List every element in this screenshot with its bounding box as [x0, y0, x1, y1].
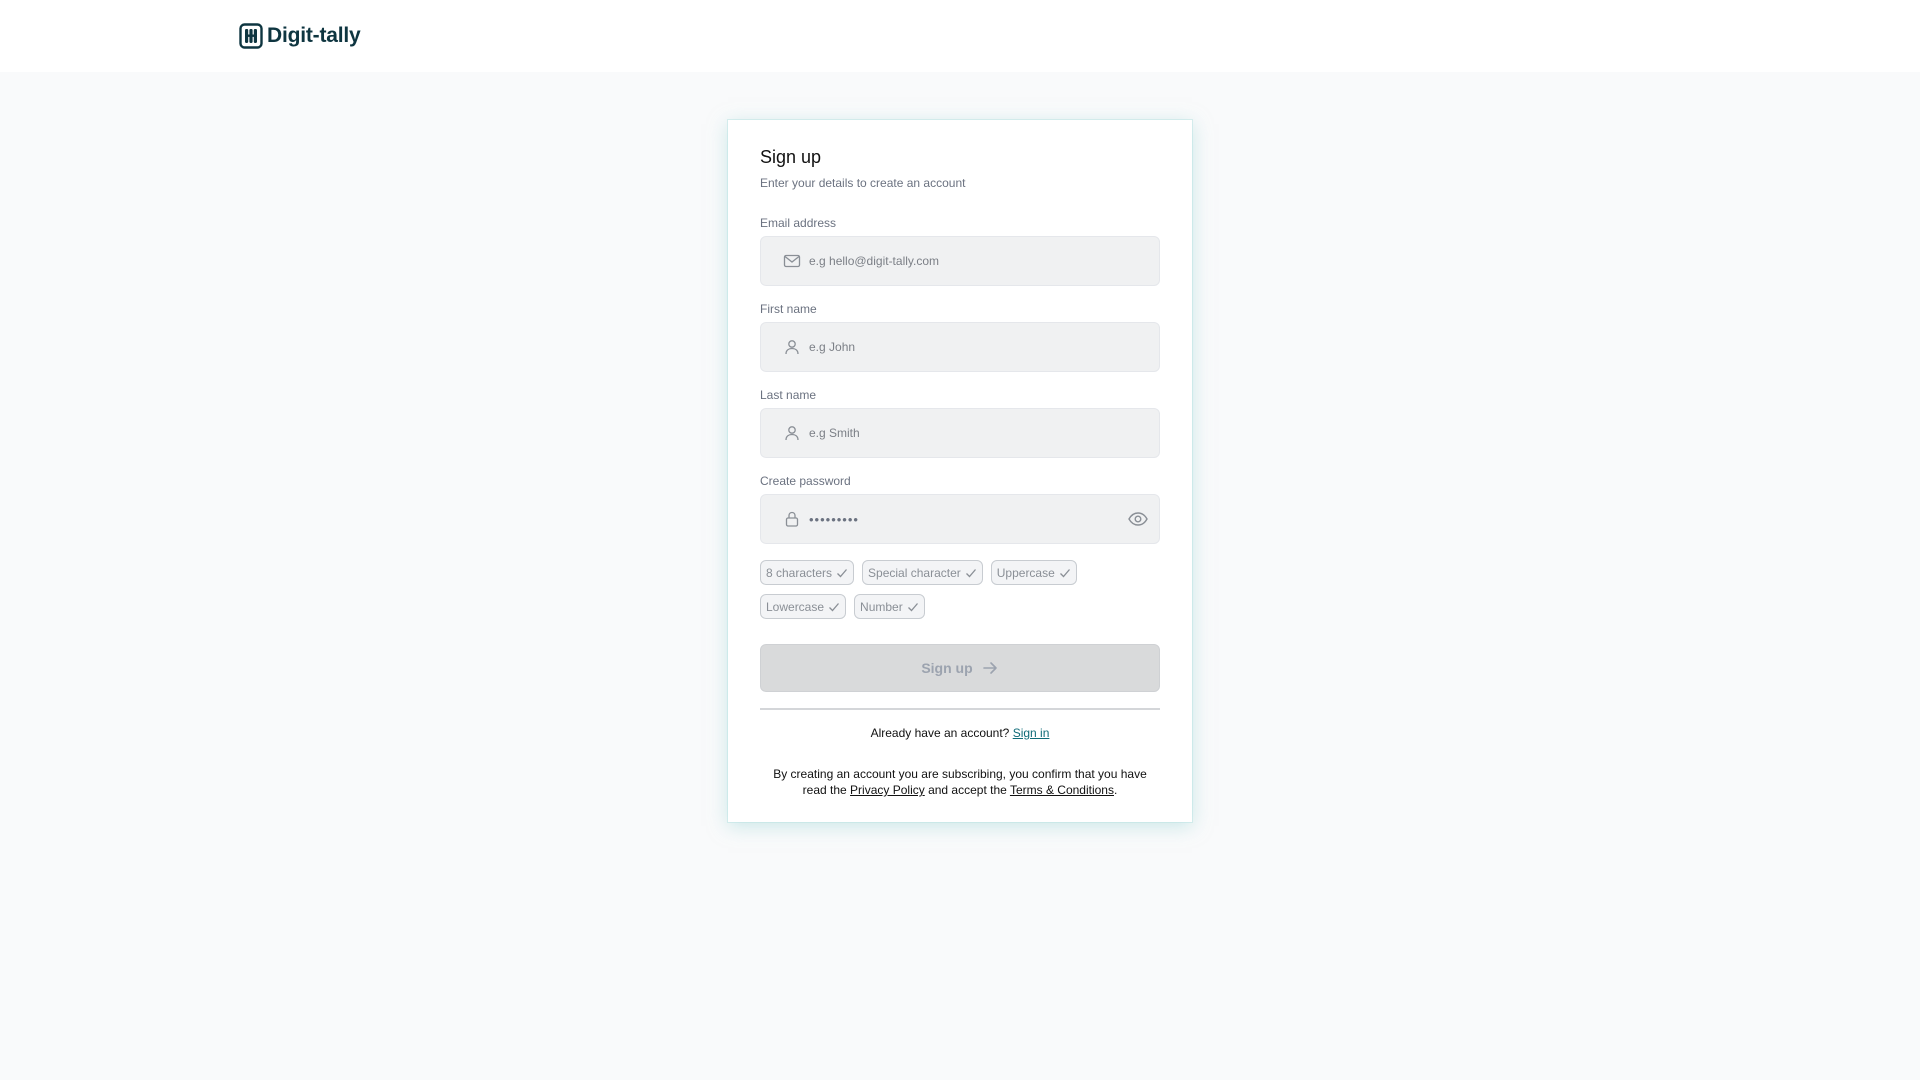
- requirements-row-1: 8 characters Special character Uppercase: [760, 560, 1077, 585]
- top-bar: Digit-tally: [0, 0, 1920, 72]
- arrow-right-icon: [982, 662, 997, 674]
- legal-suffix: .: [1113, 783, 1118, 797]
- first-name-field-wrapper[interactable]: [760, 322, 1160, 372]
- signup-card: Sign up Enter your details to create an …: [728, 120, 1192, 822]
- user-icon: [785, 426, 799, 441]
- requirement-label: Number: [860, 599, 903, 614]
- email-label: Email address: [760, 216, 837, 230]
- requirement-chip: Uppercase: [990, 560, 1077, 585]
- card-subtitle: Enter your details to create an account: [760, 176, 966, 190]
- requirement-chip: 8 characters: [760, 560, 855, 585]
- privacy-policy-link[interactable]: Privacy Policy: [850, 783, 925, 797]
- brand-logo[interactable]: Digit-tally: [239, 22, 361, 50]
- logo-mark-icon: [239, 23, 263, 49]
- lock-icon: [785, 511, 799, 527]
- mail-icon: [783, 254, 801, 268]
- last-name-field-wrapper[interactable]: [760, 408, 1160, 458]
- sign-in-link[interactable]: Sign in: [1013, 726, 1050, 740]
- email-field-wrapper[interactable]: [760, 236, 1160, 286]
- check-icon: [965, 568, 976, 577]
- password-label: Create password: [760, 474, 851, 488]
- divider: [760, 708, 1160, 710]
- first-name-label: First name: [760, 302, 817, 316]
- password-input[interactable]: [809, 495, 1109, 543]
- check-icon: [907, 602, 918, 611]
- check-icon: [1059, 568, 1070, 577]
- first-name-input[interactable]: [809, 323, 1109, 371]
- user-icon: [785, 340, 799, 355]
- eye-icon[interactable]: [1127, 508, 1149, 530]
- brand-name: Digit-tally: [267, 24, 361, 47]
- password-field-wrapper[interactable]: [760, 494, 1160, 544]
- already-text: Already have an account?: [870, 726, 1010, 740]
- requirement-chip: Special character: [862, 560, 983, 585]
- check-icon: [837, 568, 848, 577]
- requirement-label: Lowercase: [766, 599, 825, 614]
- requirement-label: Special character: [868, 565, 961, 580]
- check-icon: [829, 602, 840, 611]
- last-name-input[interactable]: [809, 409, 1109, 457]
- signup-button-label: Sign up: [921, 660, 973, 676]
- requirement-chip: Number: [854, 594, 925, 619]
- signup-button[interactable]: Sign up: [760, 644, 1160, 692]
- requirement-label: 8 characters: [766, 565, 833, 580]
- requirement-chip: Lowercase: [760, 594, 847, 619]
- terms-conditions-link[interactable]: Terms & Conditions: [1010, 783, 1114, 797]
- already-have-account: Already have an account? Sign in: [760, 726, 1160, 740]
- requirements-row-2: Lowercase Number: [760, 594, 925, 619]
- requirement-label: Uppercase: [996, 565, 1055, 580]
- card-title: Sign up: [760, 147, 822, 167]
- legal-notice: By creating an account you are subscribi…: [760, 766, 1160, 798]
- legal-middle: and accept the: [928, 783, 1007, 797]
- email-input[interactable]: [809, 237, 1109, 285]
- last-name-label: Last name: [760, 388, 817, 402]
